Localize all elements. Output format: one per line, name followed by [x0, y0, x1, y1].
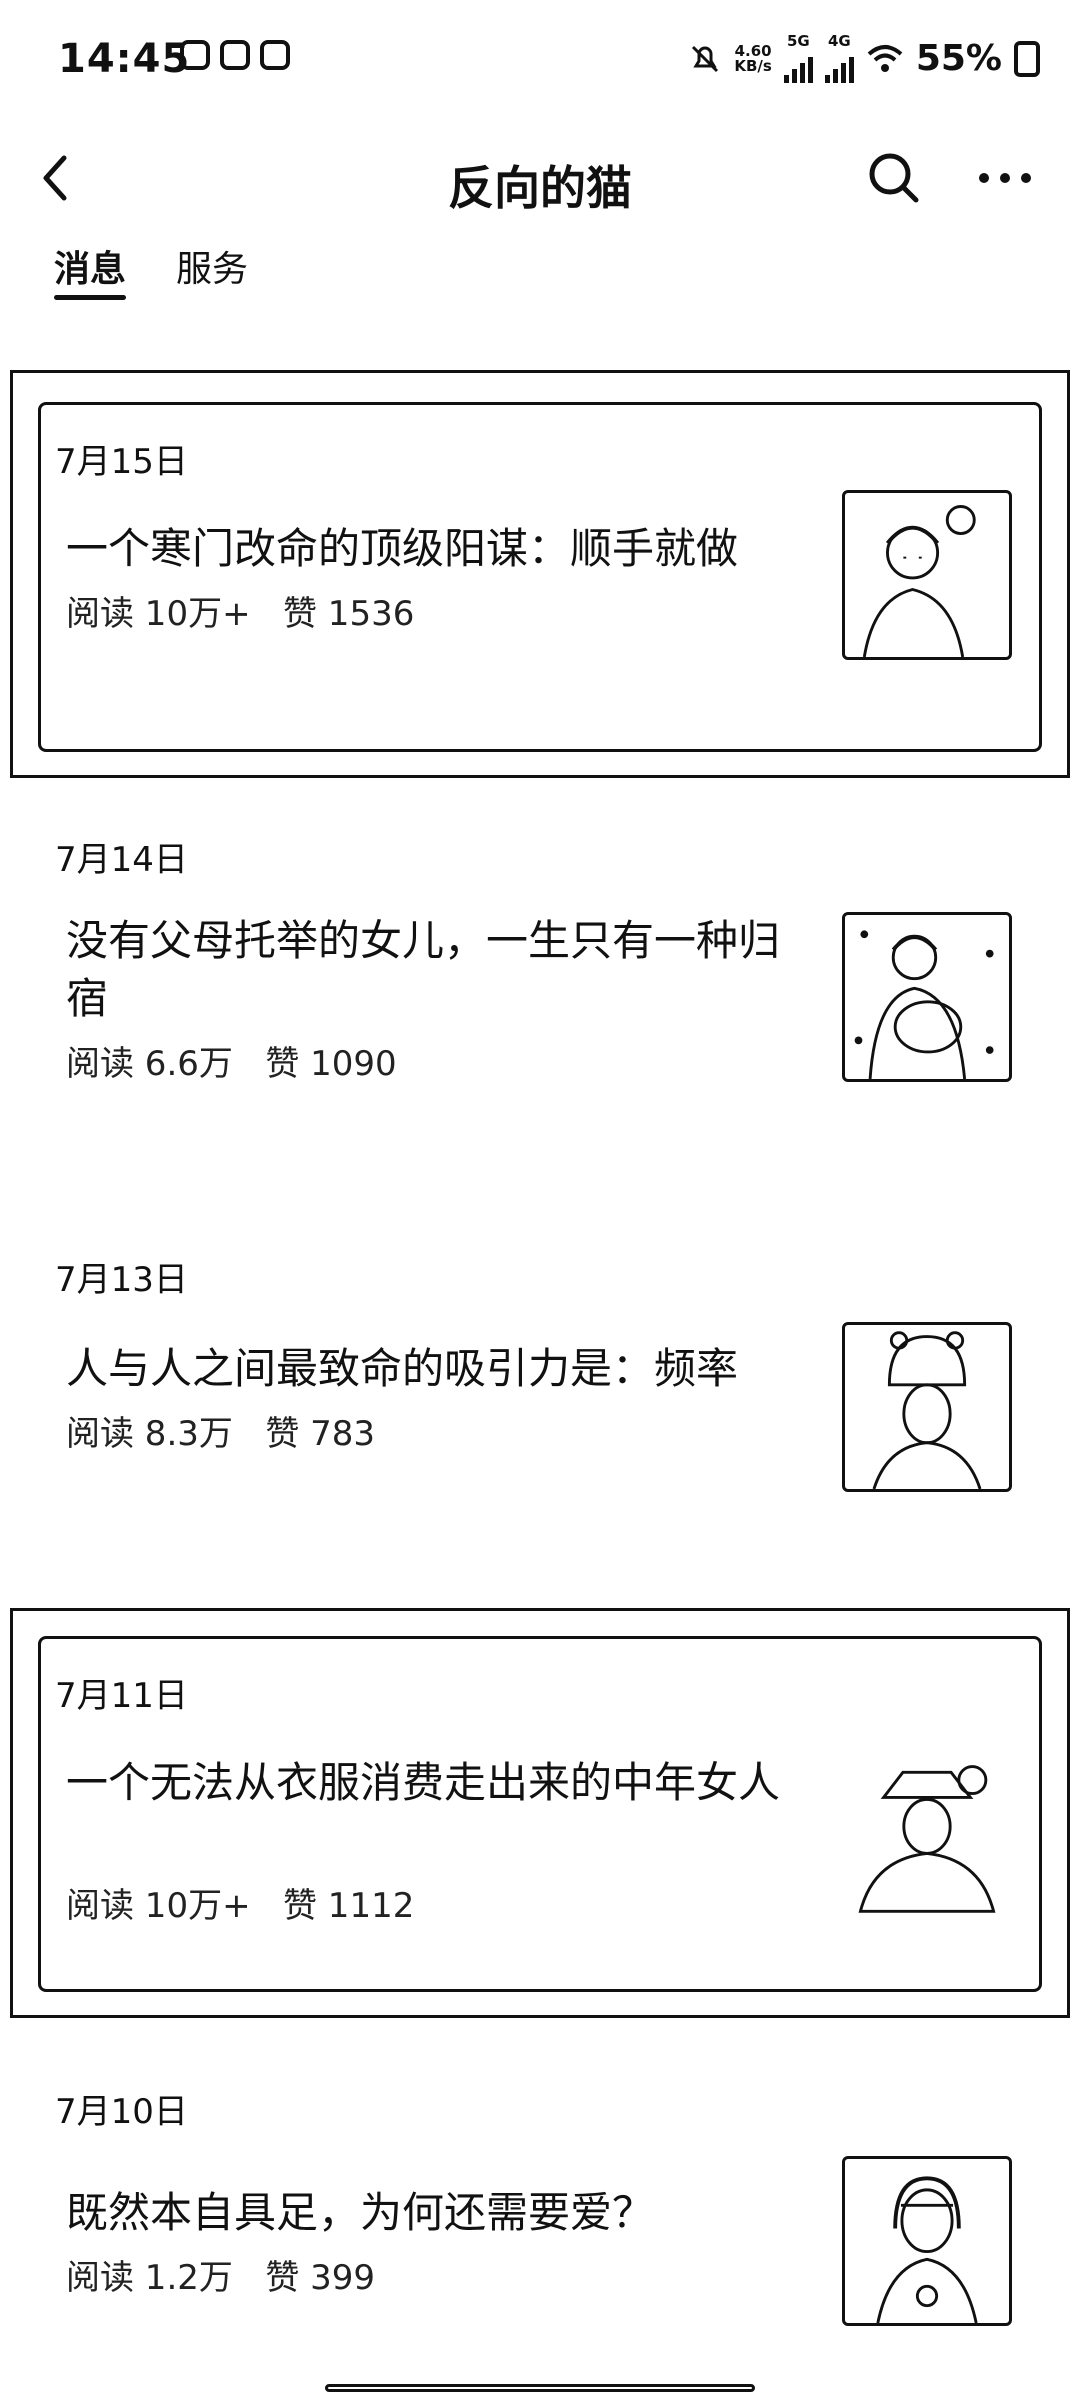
date-header: 7月15日	[55, 442, 188, 482]
article-stats: 阅读 10万+ 赞 1536	[66, 586, 414, 635]
like-count: 赞 399	[265, 2258, 376, 2298]
article-thumbnail[interactable]	[842, 912, 1012, 1082]
article-stats: 阅读 10万+ 赞 1112	[66, 1878, 414, 1927]
mute-bell-icon	[692, 45, 719, 72]
notification-icons	[180, 40, 290, 70]
sim2-label: 4G	[827, 32, 851, 50]
day-group: 7月11日 一个无法从衣服消费走出来的中年女人 阅读 10万+ 赞 1112	[0, 1608, 1080, 2018]
woman-with-bear-hat-icon	[872, 1331, 982, 1489]
like-count: 赞 783	[265, 1414, 376, 1454]
woman-portrait-icon	[862, 505, 976, 657]
search-icon[interactable]	[864, 148, 924, 208]
article-stats: 阅读 1.2万 赞 399	[66, 2250, 375, 2299]
article-stats: 阅读 6.6万 赞 1090	[66, 1036, 397, 1085]
article-thumbnail[interactable]	[842, 490, 1012, 660]
woman-with-hat-icon	[858, 1765, 996, 1913]
more-icon[interactable]	[970, 148, 1040, 208]
network-speed: 4.60 KB/s	[734, 43, 772, 75]
app-notification-icon	[180, 40, 210, 70]
article-stats: 阅读 8.3万 赞 783	[66, 1406, 375, 1455]
status-bar: 14:45 4.60 KB/s 5G 4G 55%	[0, 0, 1080, 120]
read-count: 阅读 1.2万	[66, 2258, 233, 2298]
read-count: 阅读 8.3万	[66, 1414, 233, 1454]
article-thumbnail[interactable]	[842, 1752, 1012, 1922]
read-count: 阅读 10万+	[66, 594, 251, 634]
sim1-signal: 5G	[783, 32, 813, 83]
woman-holding-child-icon	[854, 930, 994, 1079]
signal-bars-icon	[824, 49, 854, 83]
header: 反向的猫	[0, 130, 1080, 230]
article-title[interactable]: 既然本自具足，为何还需要爱？	[66, 2184, 806, 2242]
status-right: 4.60 KB/s 5G 4G 55%	[688, 34, 1040, 83]
status-time: 14:45	[58, 36, 191, 82]
tab-services[interactable]: 服务	[176, 240, 248, 300]
tab-messages[interactable]: 消息	[54, 240, 127, 300]
sim1-label: 5G	[786, 32, 810, 50]
sim2-signal: 4G	[824, 32, 854, 83]
day-group: 7月10日 既然本自具足，为何还需要爱？ 阅读 1.2万 赞 399	[0, 2084, 1080, 2404]
home-indicator[interactable]	[325, 2384, 755, 2392]
read-count: 阅读 6.6万	[66, 1044, 233, 1084]
read-count: 阅读 10万+	[66, 1886, 251, 1926]
article-title[interactable]: 人与人之间最致命的吸引力是：频率	[66, 1340, 806, 1398]
article-thumbnail[interactable]	[842, 1322, 1012, 1492]
network-speed-unit: KB/s	[734, 56, 772, 75]
like-count: 赞 1112	[283, 1886, 415, 1926]
article-thumbnail[interactable]	[842, 2156, 1012, 2326]
wifi-icon	[867, 44, 903, 72]
signal-bars-icon	[783, 49, 813, 83]
like-count: 赞 1090	[265, 1044, 397, 1084]
date-header: 7月10日	[55, 2092, 188, 2132]
day-group: 7月13日 人与人之间最致命的吸引力是：频率 阅读 8.3万 赞 783	[0, 1252, 1080, 1572]
date-header: 7月11日	[55, 1676, 188, 1716]
article-title[interactable]: 一个无法从衣服消费走出来的中年女人	[66, 1754, 806, 1812]
girl-portrait-icon	[876, 2176, 978, 2323]
date-header: 7月14日	[55, 840, 188, 880]
like-count: 赞 1536	[283, 594, 415, 634]
app-notification-icon	[220, 40, 250, 70]
day-group: 7月15日 一个寒门改命的顶级阳谋：顺手就做 阅读 10万+ 赞 1536	[0, 370, 1080, 780]
day-group: 7月14日 没有父母托举的女儿，一生只有一种归宿 阅读 6.6万 赞 1090	[0, 832, 1080, 1162]
tabs: 消息 服务	[54, 240, 248, 300]
date-header: 7月13日	[55, 1260, 188, 1300]
article-title[interactable]: 没有父母托举的女儿，一生只有一种归宿	[66, 912, 806, 1028]
article-title[interactable]: 一个寒门改命的顶级阳谋：顺手就做	[66, 520, 806, 578]
app-notification-icon	[260, 40, 290, 70]
battery-icon	[1014, 40, 1040, 77]
battery-percent: 55%	[915, 38, 1002, 79]
